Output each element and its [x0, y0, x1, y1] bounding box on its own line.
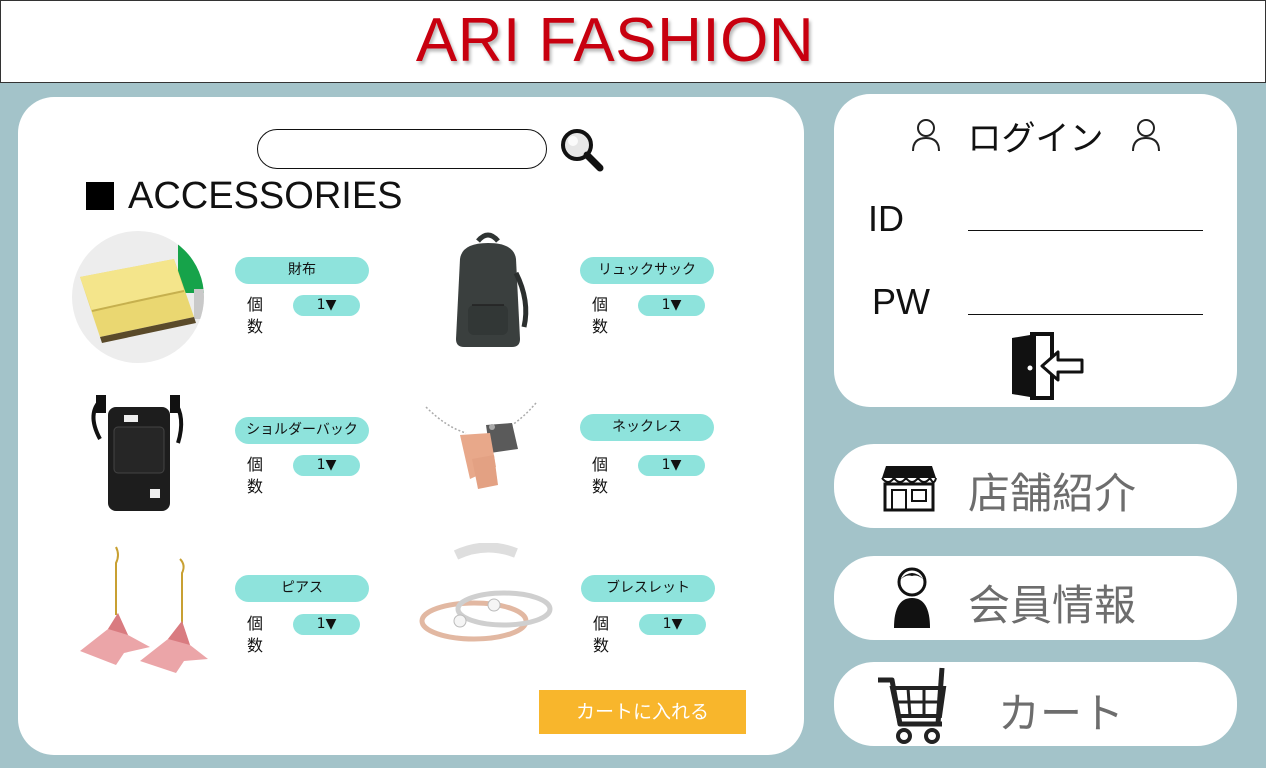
- product-name-backpack[interactable]: リュックサック: [580, 257, 714, 284]
- qty-label-shoulder-bag: 個数: [247, 455, 264, 496]
- section-title: ACCESSORIES: [128, 174, 403, 217]
- earrings-image[interactable]: [66, 543, 214, 675]
- qty-label-backpack: 個数: [592, 295, 609, 336]
- door-enter-icon[interactable]: [1006, 332, 1086, 400]
- add-to-cart-button[interactable]: カートに入れる: [539, 690, 746, 734]
- search-input[interactable]: [257, 129, 547, 169]
- qty-label-necklace: 個数: [592, 455, 609, 496]
- id-label: ID: [868, 198, 904, 239]
- person-icon: [894, 567, 930, 628]
- password-field[interactable]: [968, 285, 1203, 315]
- product-panel: ACCESSORIES 財布 個数 1▼ リュックサック 個数 1▼ ショルダー…: [18, 97, 804, 755]
- id-field[interactable]: [968, 201, 1203, 231]
- header-bar: ARI FASHION: [0, 0, 1266, 83]
- qty-label-bracelet: 個数: [593, 614, 610, 655]
- product-name-necklace[interactable]: ネックレス: [580, 414, 714, 441]
- member-info-label: 会員情報: [968, 581, 1137, 630]
- brand-title[interactable]: ARI FASHION: [1, 5, 1229, 76]
- search-icon[interactable]: [559, 127, 605, 173]
- storefront-icon: [881, 466, 937, 512]
- shop-info-label: 店舗紹介: [968, 469, 1137, 518]
- login-panel: ログイン ID PW: [834, 94, 1237, 407]
- qty-select-necklace[interactable]: 1▼: [638, 455, 705, 476]
- backpack-image[interactable]: [416, 231, 564, 363]
- qty-select-wallet[interactable]: 1▼: [293, 295, 360, 316]
- cart-label: カート: [998, 689, 1125, 738]
- qty-select-bracelet[interactable]: 1▼: [639, 614, 706, 635]
- product-name-bracelet[interactable]: ブレスレット: [581, 575, 715, 602]
- product-name-shoulder-bag[interactable]: ショルダーバック: [235, 417, 369, 444]
- product-name-earrings[interactable]: ピアス: [235, 575, 369, 602]
- bracelet-image[interactable]: [416, 543, 564, 675]
- product-name-wallet[interactable]: 財布: [235, 257, 369, 284]
- shop-info-button[interactable]: 店舗紹介: [834, 444, 1237, 528]
- member-info-button[interactable]: 会員情報: [834, 556, 1237, 640]
- wallet-image[interactable]: [66, 231, 214, 363]
- qty-label-wallet: 個数: [247, 295, 264, 336]
- login-header: ログイン: [834, 110, 1237, 160]
- cart-button[interactable]: カート: [834, 662, 1237, 746]
- pw-label: PW: [872, 281, 930, 322]
- necklace-image[interactable]: [416, 387, 564, 519]
- cart-icon: [878, 667, 947, 744]
- user-outline-icon: [1131, 119, 1160, 152]
- qty-select-shoulder-bag[interactable]: 1▼: [293, 455, 360, 476]
- login-title: ログイン: [967, 118, 1104, 159]
- section-heading: ACCESSORIES: [86, 175, 403, 217]
- user-outline-icon: [911, 119, 940, 152]
- qty-label-earrings: 個数: [247, 614, 264, 655]
- square-bullet-icon: [86, 182, 114, 210]
- qty-select-earrings[interactable]: 1▼: [293, 614, 360, 635]
- shoulder-bag-image[interactable]: [66, 387, 214, 519]
- qty-select-backpack[interactable]: 1▼: [638, 295, 705, 316]
